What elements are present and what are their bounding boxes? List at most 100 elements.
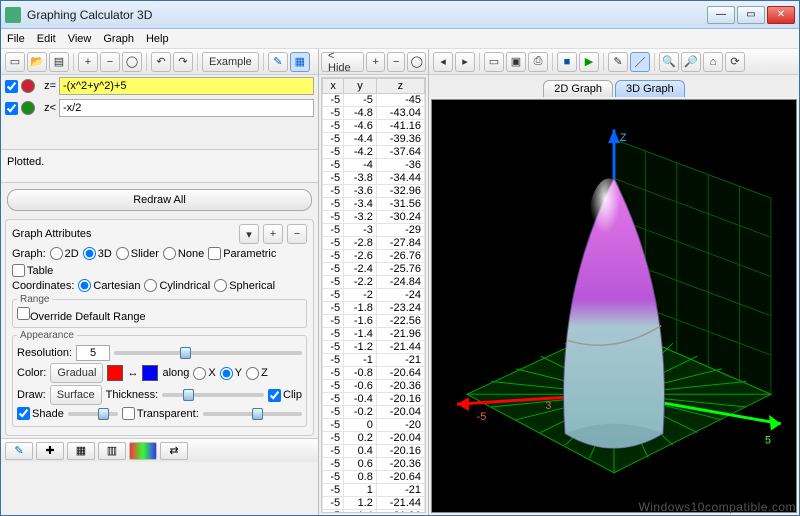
col-z[interactable]: z <box>376 79 424 94</box>
open-icon[interactable]: 📂 <box>27 52 47 72</box>
tool-palette-icon[interactable] <box>129 442 157 460</box>
table-row[interactable]: -5-4.6-41.16 <box>323 120 425 133</box>
shade-slider[interactable] <box>68 412 118 416</box>
close-button[interactable]: ✕ <box>767 6 795 24</box>
along-x-radio[interactable] <box>193 367 206 380</box>
graph-none-radio[interactable] <box>163 247 176 260</box>
data-circle-icon[interactable]: ◯ <box>407 52 426 72</box>
maximize-button[interactable]: ▭ <box>737 6 765 24</box>
menu-edit[interactable]: Edit <box>37 33 56 45</box>
transparent-slider[interactable] <box>203 412 302 416</box>
color-b-chip[interactable] <box>142 365 158 381</box>
print-icon[interactable]: ⎙ <box>528 52 548 72</box>
minimize-button[interactable]: — <box>707 6 735 24</box>
save-icon[interactable]: ▤ <box>49 52 69 72</box>
tool-pencil-icon[interactable]: ✎ <box>5 442 33 460</box>
copy-icon[interactable]: ▭ <box>484 52 504 72</box>
table-row[interactable]: -5-0.2-20.04 <box>323 406 425 419</box>
table-row[interactable]: -5-3.4-31.56 <box>323 198 425 211</box>
table-row[interactable]: -50.8-20.64 <box>323 471 425 484</box>
resolution-input[interactable] <box>76 345 110 361</box>
along-y-radio[interactable] <box>220 367 233 380</box>
table-checkbox[interactable] <box>12 264 25 277</box>
table-row[interactable]: -5-4.4-39.36 <box>323 133 425 146</box>
table-row[interactable]: -5-3-29 <box>323 224 425 237</box>
dropdown-icon[interactable]: ▾ <box>239 224 259 244</box>
play-icon[interactable]: ▶ <box>579 52 599 72</box>
table-row[interactable]: -50.2-20.04 <box>323 432 425 445</box>
transparent-checkbox[interactable] <box>122 407 135 420</box>
table-row[interactable]: -5-3.2-30.24 <box>323 211 425 224</box>
example-button[interactable]: Example <box>202 52 259 72</box>
thickness-slider[interactable] <box>162 393 264 397</box>
eq-expression-input[interactable] <box>59 77 314 95</box>
table-row[interactable]: -5-2-24 <box>323 289 425 302</box>
table-row[interactable]: -5-4.2-37.64 <box>323 146 425 159</box>
add-attr-icon[interactable]: + <box>263 224 283 244</box>
table-row[interactable]: -5-2.2-24.84 <box>323 276 425 289</box>
tool-table-icon[interactable]: ▦ <box>67 442 95 460</box>
data-minus-icon[interactable]: − <box>387 52 406 72</box>
undo-icon[interactable]: ↶ <box>151 52 171 72</box>
tool-crosshair-icon[interactable]: ✚ <box>36 442 64 460</box>
plus-icon[interactable]: + <box>78 52 98 72</box>
menu-file[interactable]: File <box>7 33 25 45</box>
table-row[interactable]: -5-5-45 <box>323 94 425 107</box>
eq-color-swatch[interactable] <box>21 101 35 115</box>
spherical-radio[interactable] <box>214 279 227 292</box>
table-row[interactable]: -5-1-21 <box>323 354 425 367</box>
parametric-checkbox[interactable] <box>208 247 221 260</box>
table-row[interactable]: -5-4.8-43.04 <box>323 107 425 120</box>
data-table[interactable]: x y z -5-5-45-5-4.8-43.04-5-4.6-41.16-5-… <box>321 77 426 513</box>
along-z-radio[interactable] <box>246 367 259 380</box>
table-row[interactable]: -5-4-36 <box>323 159 425 172</box>
tool-bars-icon[interactable]: ▥ <box>98 442 126 460</box>
menu-graph[interactable]: Graph <box>103 33 134 45</box>
table-row[interactable]: -5-2.8-27.84 <box>323 237 425 250</box>
table-row[interactable]: -5-3.6-32.96 <box>323 185 425 198</box>
resolution-slider[interactable] <box>114 351 302 355</box>
pin-icon[interactable]: ✎ <box>268 52 288 72</box>
table-row[interactable]: -5-1.6-22.56 <box>323 315 425 328</box>
table-row[interactable]: -5-0.8-20.64 <box>323 367 425 380</box>
menu-view[interactable]: View <box>68 33 92 45</box>
data-plus-icon[interactable]: + <box>366 52 385 72</box>
redraw-button[interactable]: Redraw All <box>7 189 312 211</box>
col-y[interactable]: y <box>344 79 377 94</box>
cylindrical-radio[interactable] <box>144 279 157 292</box>
draw-mode-select[interactable]: Surface <box>50 385 102 405</box>
table-row[interactable]: -50-20 <box>323 419 425 432</box>
table-row[interactable]: -51.4-21.96 <box>323 510 425 514</box>
new-icon[interactable]: ▭ <box>5 52 25 72</box>
line-icon[interactable]: ／ <box>630 52 650 72</box>
circle-icon[interactable]: ◯ <box>122 52 142 72</box>
tab-2d[interactable]: 2D Graph <box>543 80 613 97</box>
eq-enable-checkbox[interactable] <box>5 80 18 93</box>
graph-viewport[interactable]: Z -5 5 3 <box>431 99 797 513</box>
graph-slider-radio[interactable] <box>116 247 129 260</box>
color-mode-select[interactable]: Gradual <box>50 363 103 383</box>
col-x[interactable]: x <box>323 79 344 94</box>
eq-color-swatch[interactable] <box>21 79 35 93</box>
grid-icon[interactable]: ▦ <box>290 52 310 72</box>
edit-icon[interactable]: ✎ <box>608 52 628 72</box>
table-row[interactable]: -5-2.6-26.76 <box>323 250 425 263</box>
clip-checkbox[interactable] <box>268 389 281 402</box>
tool-arrows-icon[interactable]: ⇄ <box>160 442 188 460</box>
table-row[interactable]: -5-1.4-21.96 <box>323 328 425 341</box>
table-row[interactable]: -5-0.6-20.36 <box>323 380 425 393</box>
menu-help[interactable]: Help <box>146 33 169 45</box>
cartesian-radio[interactable] <box>78 279 91 292</box>
table-row[interactable]: -5-1.8-23.24 <box>323 302 425 315</box>
stop-icon[interactable]: ■ <box>557 52 577 72</box>
override-range-checkbox[interactable] <box>17 307 30 320</box>
table-row[interactable]: -5-1.2-21.44 <box>323 341 425 354</box>
graph-2d-radio[interactable] <box>50 247 63 260</box>
table-row[interactable]: -5-0.4-20.16 <box>323 393 425 406</box>
table-row[interactable]: -51.2-21.44 <box>323 497 425 510</box>
zoom-out-icon[interactable]: 🔎 <box>681 52 701 72</box>
graph-3d-radio[interactable] <box>83 247 96 260</box>
nav-fwd-icon[interactable]: ▸ <box>455 52 475 72</box>
zoom-in-icon[interactable]: 🔍 <box>659 52 679 72</box>
home-icon[interactable]: ⌂ <box>703 52 723 72</box>
